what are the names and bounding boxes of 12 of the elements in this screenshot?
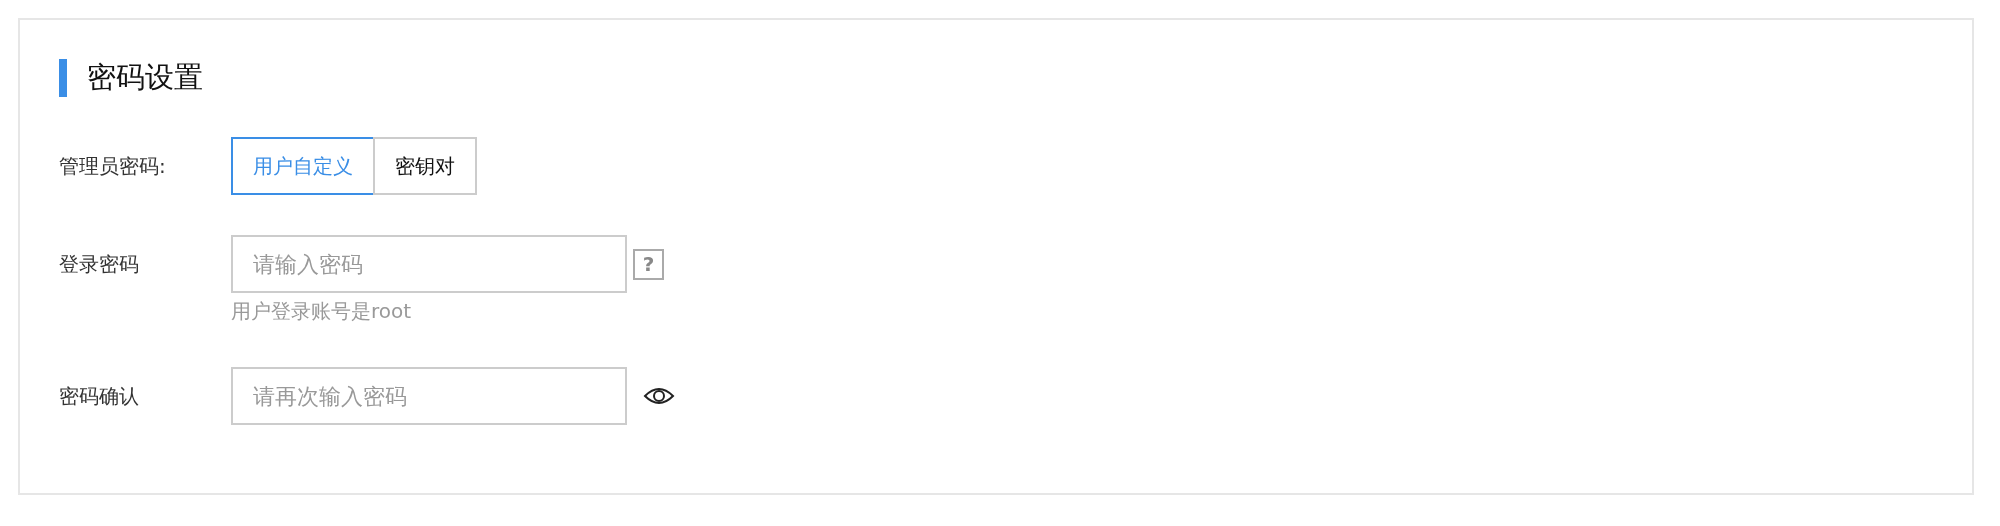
password-field[interactable]: 请输入密码 [231,235,627,293]
help-icon[interactable]: ? [633,248,664,280]
segment-tab[interactable]: 密钥对 [373,137,477,195]
field-label: 密码确认 [59,383,140,410]
field-label: 登录密码 [59,251,140,278]
section-title: 密码设置 [87,59,203,96]
field-label: 管理员密码: [59,153,167,180]
title-accent-bar [59,59,67,97]
hint-text: 用户登录账号是root [231,298,413,324]
eye-icon[interactable] [643,386,675,406]
segment-tab[interactable]: 用户自定义 [231,137,375,195]
password-field[interactable]: 请再次输入密码 [231,367,627,425]
